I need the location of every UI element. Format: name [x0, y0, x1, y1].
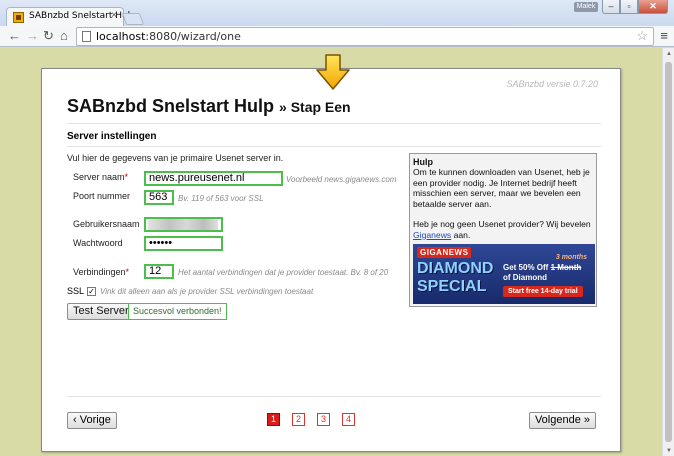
tab-title: SABnzbd Snelstart Hulp [29, 11, 136, 21]
pager-page-4[interactable]: 4 [342, 413, 355, 426]
username-redacted [148, 219, 218, 230]
test-server-button[interactable]: Test Server [67, 303, 135, 320]
version-label: SABnzbd versie 0.7.20 [506, 79, 598, 89]
ad-headline: DIAMOND SPECIAL [417, 260, 493, 296]
footer-divider [67, 396, 601, 397]
port-input[interactable]: 563 [144, 190, 174, 205]
pager-page-1[interactable]: 1 [267, 413, 280, 426]
section-title: Server instellingen [67, 131, 157, 142]
ad-offer-line: Get 50% Off 1 Month [503, 263, 593, 273]
browser-titlebar: SABnzbd Snelstart Hulp × Malek – ▫ ✕ [0, 0, 674, 27]
test-result-message: Succesvol verbonden! [128, 303, 227, 320]
port-hint: Bv. 119 of 563 voor SSL [178, 194, 264, 203]
username-label: Gebruikersnaam [73, 219, 140, 229]
ad-offer: 3 months Get 50% Off 1 Month of Diamond [503, 253, 593, 283]
server-name-hint: Voorbeeld news.giganews.com [286, 175, 397, 184]
minimize-button[interactable]: – [602, 0, 620, 14]
user-badge[interactable]: Malek [574, 2, 598, 12]
server-name-label-text: Server naam [73, 172, 125, 182]
pager-page-2[interactable]: 2 [292, 413, 305, 426]
help-rec-post: aan. [451, 229, 471, 240]
ad-offer-months: 3 months [555, 254, 587, 261]
down-arrow-icon [316, 54, 350, 90]
new-tab-button[interactable] [121, 13, 145, 25]
ad-offer-post: of Diamond [503, 273, 547, 282]
server-name-input[interactable]: news.pureusenet.nl [144, 171, 283, 186]
page-icon [82, 31, 91, 42]
previous-button[interactable]: ‹ Vorige [67, 412, 117, 429]
browser-menu-icon[interactable]: ≡ [660, 28, 668, 43]
giganews-ad-banner[interactable]: GIGANEWS DIAMOND SPECIAL 3 months Get 50… [413, 244, 595, 304]
port-label: Poort nummer [73, 191, 131, 201]
ssl-hint: Vink dit alleen aan als je provider SSL … [100, 287, 314, 296]
back-arrow-icon[interactable]: ← [8, 28, 21, 44]
scrollbar-thumb[interactable] [665, 62, 672, 442]
wizard-panel: SABnzbd versie 0.7.20 SABnzbd Snelstart … [41, 68, 621, 452]
connections-hint: Het aantal verbindingen dat je provider … [178, 268, 389, 277]
url-path: :8080/wizard/one [145, 30, 241, 43]
help-title: Hulp [413, 157, 433, 167]
title-divider [67, 123, 601, 124]
scroll-up-icon[interactable]: ▲ [666, 51, 672, 57]
window-controls: Malek – ▫ ✕ [574, 0, 668, 14]
ad-headline-line1: DIAMOND [417, 260, 494, 277]
ssl-checkbox[interactable]: ✓ [87, 287, 96, 296]
maximize-button[interactable]: ▫ [620, 0, 638, 14]
url-text[interactable]: localhost:8080/wizard/one [96, 30, 241, 43]
help-text: Om te kunnen downloaden van Usenet, heb … [413, 167, 590, 209]
close-window-button[interactable]: ✕ [638, 0, 668, 14]
reload-icon[interactable]: ↻ [43, 28, 54, 44]
browser-navbar: ← → ↻ ⌂ localhost:8080/wizard/one ☆ ≡ [0, 26, 674, 47]
ad-brand: GIGANEWS [417, 247, 472, 258]
ad-cta[interactable]: Start free 14-day trial [503, 286, 583, 297]
scroll-down-icon[interactable]: ▼ [666, 448, 672, 454]
address-bar[interactable]: localhost:8080/wizard/one ☆ [76, 27, 654, 46]
connections-label: Verbindingen* [73, 267, 130, 277]
forward-arrow-icon[interactable]: → [26, 28, 39, 44]
password-input[interactable]: •••••• [144, 236, 223, 251]
home-icon[interactable]: ⌂ [60, 28, 68, 44]
connections-input[interactable]: 12 [144, 264, 174, 279]
ssl-label: SSL [67, 286, 85, 296]
server-name-label: Server naam* [73, 172, 129, 182]
step-label: » Stap Een [279, 99, 351, 115]
intro-text: Vul hier de gegevens van je primaire Use… [67, 153, 284, 163]
ad-offer-strike: 1 Month [550, 263, 582, 272]
bookmark-star-icon[interactable]: ☆ [636, 28, 648, 44]
help-box: Hulp Om te kunnen downloaden van Usenet,… [409, 153, 597, 307]
pager-page-3[interactable]: 3 [317, 413, 330, 426]
url-host: localhost [96, 30, 146, 43]
section-divider [67, 146, 601, 147]
next-button[interactable]: Volgende » [528, 412, 596, 429]
giganews-link[interactable]: Giganews [413, 230, 451, 240]
page-title-text: SABnzbd Snelstart Hulp [67, 96, 275, 116]
ad-offer-pre: Get 50% Off [503, 263, 549, 272]
page-title: SABnzbd Snelstart Hulp » Stap Een [67, 96, 351, 117]
tab-close-icon[interactable]: × [111, 10, 117, 21]
help-rec-pre: Heb je nog geen Usenet provider? Wij bev… [413, 219, 591, 229]
ad-headline-line2: SPECIAL [417, 278, 487, 295]
sabnzbd-favicon-icon [13, 12, 24, 23]
connections-label-text: Verbindingen [73, 267, 126, 277]
vertical-scrollbar[interactable]: ▲ ▼ [662, 48, 674, 456]
password-label: Wachtwoord [73, 238, 123, 248]
help-recommendation: Heb je nog geen Usenet provider? Wij bev… [413, 219, 593, 240]
browser-tab[interactable]: SABnzbd Snelstart Hulp × [6, 7, 136, 27]
